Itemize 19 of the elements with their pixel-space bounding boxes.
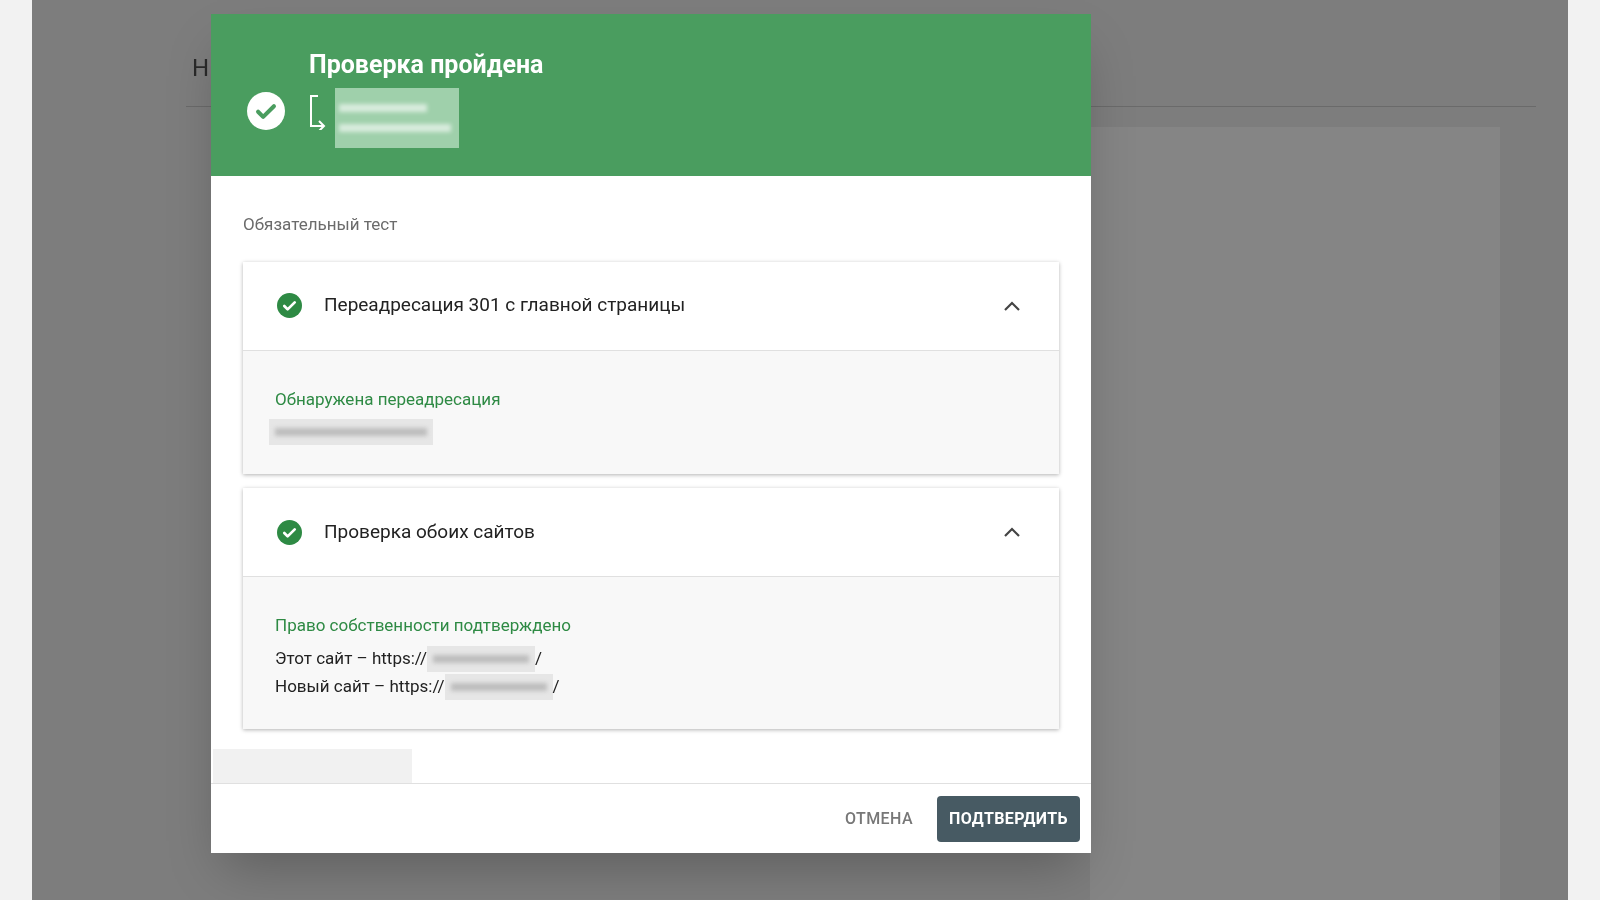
check-header[interactable]: Переадресация 301 с главной страницы: [243, 261, 1059, 350]
section-label: Обязательный тест: [243, 213, 399, 236]
detail-title: Обнаружена переадресация: [275, 387, 502, 411]
detail-text: Новый сайт – https://: [275, 674, 445, 698]
check-header[interactable]: Проверка обоих сайтов: [243, 488, 1059, 576]
check-title: Переадресация 301 с главной страницы: [324, 292, 687, 319]
detail-text: /: [535, 646, 543, 670]
check-circle-icon: [247, 92, 285, 130]
check-title: Проверка обоих сайтов: [324, 518, 536, 545]
redirect-arrow-icon: [309, 94, 327, 130]
chevron-up-icon[interactable]: [1003, 299, 1021, 312]
detail-title: Право собственности подтверждено: [275, 614, 572, 637]
page-heading: Н: [192, 53, 210, 84]
chevron-up-icon[interactable]: [1003, 526, 1021, 538]
cancel-button[interactable]: ОТМЕНА: [833, 795, 925, 842]
detail-text: /: [552, 674, 560, 698]
confirm-button[interactable]: ПОДТВЕРДИТЬ: [936, 795, 1080, 842]
detail-text: Этот сайт – https://: [275, 646, 427, 670]
dialog-title: Проверка пройдена: [309, 49, 544, 81]
